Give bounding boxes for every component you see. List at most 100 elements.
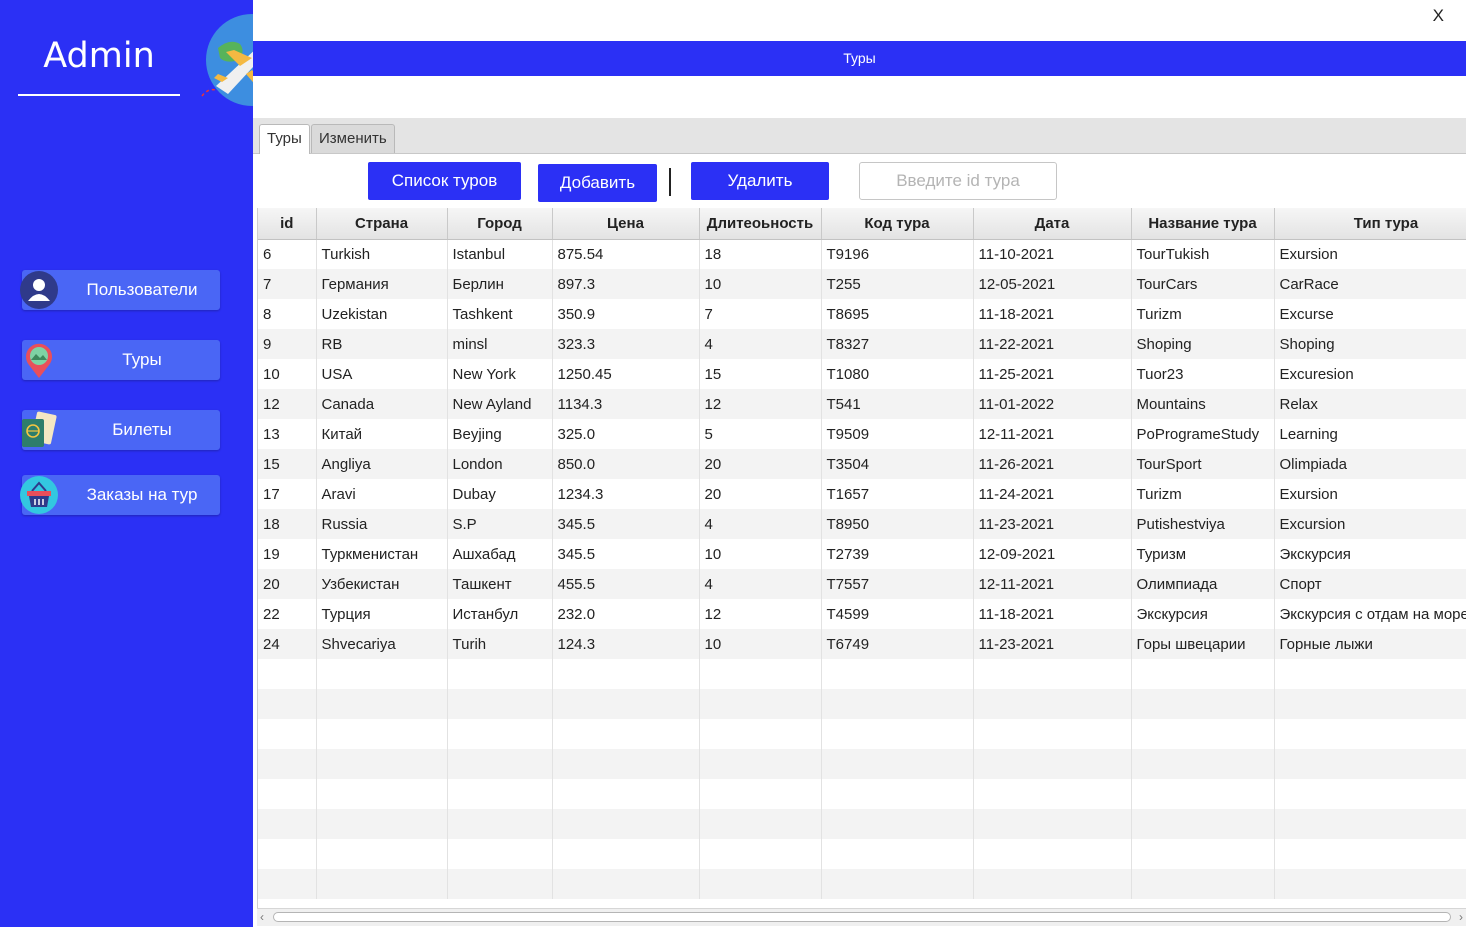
column-header[interactable]: Цена [552, 208, 700, 240]
column-header[interactable]: Страна [316, 208, 448, 240]
table-cell [258, 839, 317, 869]
table-row[interactable]: 6 Turkish Istanbul 875.54 18 T9196 11-10-2021 T… [258, 239, 1466, 269]
table-cell [316, 779, 448, 809]
table-cell: 11-18-2021 [973, 599, 1132, 629]
table-cell: TourTukish [1131, 239, 1275, 269]
table-cell: 325.0 [552, 419, 700, 449]
table-cell [258, 869, 317, 899]
table-row[interactable]: 22 Турция Истанбул 232.0 12 T4599 11-18-2021 Эк… [258, 599, 1466, 629]
horizontal-scrollbar[interactable]: ‹ › [257, 908, 1466, 926]
empty-table-row[interactable] [258, 779, 1466, 809]
tour-list-button[interactable]: Список туров [368, 162, 521, 200]
table-cell [552, 689, 700, 719]
column-header[interactable]: Дата [973, 208, 1132, 240]
user-icon [20, 271, 58, 309]
table-cell [973, 719, 1132, 749]
table-row[interactable]: 19 Туркменистан Ашхабад 345.5 10 T2739 12-09-2… [258, 539, 1466, 569]
table-cell: Узбекистан [316, 569, 448, 599]
empty-table-row[interactable] [258, 689, 1466, 719]
column-header[interactable]: Название тура [1131, 208, 1275, 240]
table-cell: 6 [258, 239, 317, 269]
column-header[interactable]: Длитеоьность [699, 208, 822, 240]
table-row[interactable]: 20 Узбекистан Ташкент 455.5 4 T7557 12-11-2021… [258, 569, 1466, 599]
table-cell: 1134.3 [552, 389, 700, 419]
table-cell [1131, 689, 1275, 719]
table-cell [699, 689, 822, 719]
table-cell [1131, 779, 1275, 809]
table-cell: Истанбул [447, 599, 553, 629]
table-cell: 11-22-2021 [973, 329, 1132, 359]
empty-table-row[interactable] [258, 719, 1466, 749]
tab-tours[interactable]: Туры [259, 124, 310, 154]
table-cell: Russia [316, 509, 448, 539]
table-cell: Turizm [1131, 479, 1275, 509]
close-button[interactable]: X [1433, 6, 1444, 26]
column-header[interactable]: id [258, 208, 317, 240]
tab-edit[interactable]: Изменить [311, 124, 395, 153]
table-cell: 875.54 [552, 239, 700, 269]
table-row[interactable]: 12 Canada New Ayland 1134.3 12 T541 11-01-2022… [258, 389, 1466, 419]
delete-button[interactable]: Удалить [691, 162, 829, 200]
table-cell: 4 [699, 569, 822, 599]
table-row[interactable]: 24 Shvecariya Turih 124.3 10 T6749 11-23-2021 Г… [258, 629, 1466, 659]
table-row[interactable]: 18 Russia S.P 345.5 4 T8950 11-23-2021 Putishes… [258, 509, 1466, 539]
table-cell: 11-18-2021 [973, 299, 1132, 329]
table-cell: Turizm [1131, 299, 1275, 329]
sidebar-item-tickets[interactable]: Билеты [22, 410, 220, 450]
table-cell [1131, 659, 1275, 689]
table-cell: TourCars [1131, 269, 1275, 299]
table-cell [821, 869, 974, 899]
table-cell: Shoping [1274, 329, 1466, 359]
add-button[interactable]: Добавить [538, 164, 657, 202]
empty-table-row[interactable] [258, 749, 1466, 779]
table-row[interactable]: 8 Uzekistan Tashkent 350.9 7 T8695 11-18-2021 T… [258, 299, 1466, 329]
empty-table-row[interactable] [258, 809, 1466, 839]
sidebar-item-label: Билеты [112, 420, 172, 439]
sidebar-item-tours[interactable]: Туры [22, 340, 220, 380]
table-cell: 22 [258, 599, 317, 629]
table-cell: 11-10-2021 [973, 239, 1132, 269]
table-row[interactable]: 9 RB minsl 323.3 4 T8327 11-22-2021 Shoping Shop… [258, 329, 1466, 359]
column-header[interactable]: Тип тура [1274, 208, 1466, 240]
table-cell: Экскурсия с отдам на море [1274, 599, 1466, 629]
empty-table-row[interactable] [258, 659, 1466, 689]
column-header[interactable]: Город [447, 208, 553, 240]
table-cell: 124.3 [552, 629, 700, 659]
table-cell: 18 [258, 509, 317, 539]
table-cell: Olimpiada [1274, 449, 1466, 479]
table-cell: Туркменистан [316, 539, 448, 569]
table-cell: Германия [316, 269, 448, 299]
table-row[interactable]: 17 Aravi Dubay 1234.3 20 T1657 11-24-2021 Turiz… [258, 479, 1466, 509]
scrollbar-thumb[interactable] [273, 912, 1451, 922]
scroll-right-icon[interactable]: › [1459, 910, 1463, 924]
sidebar-item-tour-orders[interactable]: Заказы на тур [20, 475, 220, 515]
table-cell: T8327 [821, 329, 974, 359]
empty-table-row[interactable] [258, 869, 1466, 899]
table-cell: 12-11-2021 [973, 419, 1132, 449]
table-cell: Tuor23 [1131, 359, 1275, 389]
table-cell: 897.3 [552, 269, 700, 299]
column-header[interactable]: Код тура [821, 208, 974, 240]
table-cell: RB [316, 329, 448, 359]
table-cell: Angliya [316, 449, 448, 479]
table-row[interactable]: 10 USA New York 1250.45 15 T1080 11-25-2021 Tuo… [258, 359, 1466, 389]
empty-table-row[interactable] [258, 839, 1466, 869]
table-row[interactable]: 13 Китай Beyjing 325.0 5 T9509 12-11-2021 PoPro… [258, 419, 1466, 449]
table-cell: 345.5 [552, 539, 700, 569]
table-cell: Relax [1274, 389, 1466, 419]
tour-id-input[interactable] [859, 162, 1057, 200]
tours-table[interactable]: id Страна Город Цена Длитеоьность Код тура Дат… [257, 208, 1466, 908]
table-cell [699, 869, 822, 899]
table-cell [552, 869, 700, 899]
table-cell [258, 689, 317, 719]
basket-icon [20, 476, 58, 514]
table-cell: 17 [258, 479, 317, 509]
sidebar-item-users[interactable]: Пользователи [20, 270, 220, 310]
table-cell [821, 839, 974, 869]
table-cell: Олимпиада [1131, 569, 1275, 599]
table-cell [973, 749, 1132, 779]
table-cell: 11-25-2021 [973, 359, 1132, 389]
table-row[interactable]: 15 Angliya London 850.0 20 T3504 11-26-2021 Tou… [258, 449, 1466, 479]
table-row[interactable]: 7 Германия Берлин 897.3 10 T255 12-05-2021 Tour… [258, 269, 1466, 299]
scroll-left-icon[interactable]: ‹ [260, 910, 264, 924]
